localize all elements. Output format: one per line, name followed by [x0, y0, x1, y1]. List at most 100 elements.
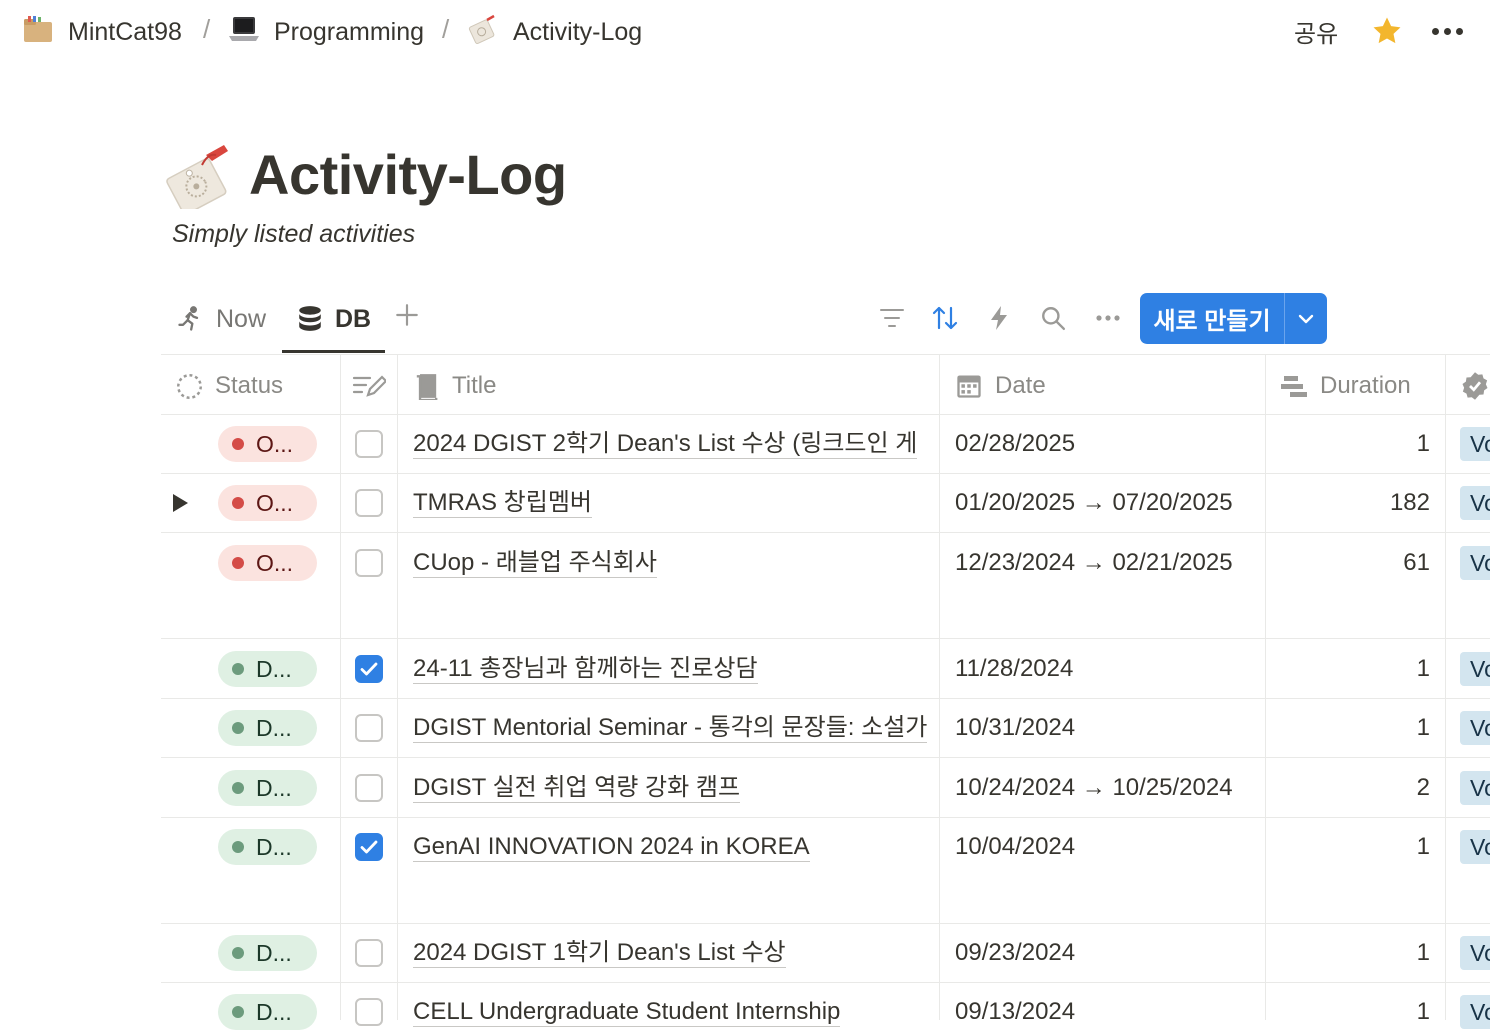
row-title[interactable]: DGIST 실전 취업 역량 강화 캠프 [413, 768, 939, 808]
status-dot [232, 1006, 244, 1018]
favorite-star-icon[interactable] [1370, 14, 1404, 48]
row-checkbox[interactable] [355, 430, 383, 458]
row-checkbox[interactable] [355, 774, 383, 802]
row-title[interactable]: TMRAS 창립멤버 [413, 483, 939, 523]
row-tag-chip[interactable]: Vo [1460, 546, 1490, 580]
row-tag-chip[interactable]: Vo [1460, 427, 1490, 461]
row-tag-chip[interactable]: Vo [1460, 711, 1490, 745]
column-header-title[interactable]: Title [413, 364, 496, 408]
row-date[interactable]: 01/20/2025 → 07/20/2025 [955, 483, 1265, 523]
row-date[interactable]: 10/24/2024 → 10/25/2024 [955, 768, 1265, 808]
formula-bars-icon [1280, 373, 1308, 399]
row-tag-chip[interactable]: Vo [1460, 652, 1490, 686]
status-badge[interactable]: D... [218, 710, 317, 746]
share-button[interactable]: 공유 [1294, 14, 1338, 49]
breadcrumb-separator: / [203, 14, 211, 44]
tab-now[interactable]: Now [176, 298, 266, 340]
row-title-text: GenAI INNOVATION 2024 in KOREA [413, 832, 810, 862]
row-checkbox-checked[interactable] [355, 655, 383, 683]
status-dot [232, 722, 244, 734]
column-header-verified[interactable] [1460, 364, 1490, 408]
row-duration: 61 [1403, 549, 1430, 576]
column-header-date[interactable]: Date [955, 364, 1046, 408]
status-badge[interactable]: D... [218, 994, 317, 1030]
row-tag-chip[interactable]: Vo [1460, 486, 1490, 520]
breadcrumb-item-workspace[interactable]: MintCat98 [22, 12, 182, 52]
status-badge[interactable]: O... [218, 426, 317, 462]
expand-toggle-icon[interactable] [173, 494, 188, 512]
status-dot [232, 663, 244, 675]
row-checkbox[interactable] [355, 489, 383, 517]
sort-icon[interactable] [930, 303, 960, 333]
row-title-text: CELL Undergraduate Student Internship [413, 997, 841, 1027]
row-title[interactable]: 2024 DGIST 2학기 Dean's List 수상 (링크드인 게 [413, 424, 939, 464]
row-title-text: DGIST 실전 취업 역량 강화 캠프 [413, 773, 741, 803]
status-icon [176, 373, 203, 400]
column-header-duration[interactable]: Duration [1280, 364, 1411, 408]
row-date[interactable]: 10/04/2024 [955, 827, 1265, 867]
status-label: D... [256, 833, 292, 860]
page-title[interactable]: Activity-Log [249, 142, 567, 207]
laptop-icon [228, 14, 260, 51]
status-badge[interactable]: D... [218, 935, 317, 971]
status-badge[interactable]: O... [218, 485, 317, 521]
chevron-down-icon[interactable] [1285, 314, 1327, 324]
new-item-button[interactable]: 새로 만들기 [1140, 293, 1327, 344]
more-options-icon[interactable] [1093, 303, 1123, 333]
add-view-plus-icon[interactable] [394, 302, 420, 328]
search-icon[interactable] [1038, 303, 1068, 333]
row-date[interactable]: 02/28/2025 [955, 424, 1265, 464]
status-label: D... [256, 998, 292, 1025]
status-dot [232, 497, 244, 509]
column-header-checkbox[interactable] [352, 364, 398, 408]
database-icon [297, 305, 323, 333]
row-title[interactable]: GenAI INNOVATION 2024 in KOREA [413, 827, 939, 867]
running-person-icon [176, 305, 204, 333]
row-checkbox[interactable] [355, 549, 383, 577]
row-title[interactable]: CUop - 래블업 주식회사 [413, 543, 939, 583]
tab-db[interactable]: DB [297, 298, 371, 340]
page-description[interactable]: Simply listed activities [172, 220, 415, 249]
row-date[interactable]: 11/28/2024 [955, 649, 1265, 689]
page-tag-icon[interactable] [164, 143, 236, 215]
row-title-text: CUop - 래블업 주식회사 [413, 548, 657, 578]
row-duration: 1 [1416, 655, 1430, 682]
breadcrumb-item-activity-log[interactable]: Activity-Log [467, 12, 642, 52]
row-checkbox[interactable] [355, 939, 383, 967]
row-divider [161, 638, 1490, 639]
row-tag-chip[interactable]: Vo [1460, 936, 1490, 970]
filter-icon[interactable] [877, 303, 907, 333]
row-checkbox-checked[interactable] [355, 833, 383, 861]
row-date[interactable]: 12/23/2024 → 02/21/2025 [955, 543, 1265, 583]
status-label: D... [256, 714, 292, 741]
row-divider [161, 698, 1490, 699]
row-divider [161, 982, 1490, 983]
status-dot [232, 557, 244, 569]
status-badge[interactable]: D... [218, 770, 317, 806]
status-badge[interactable]: D... [218, 829, 317, 865]
row-tag-chip[interactable]: Vo [1460, 830, 1490, 864]
row-title[interactable]: 2024 DGIST 1학기 Dean's List 수상 [413, 933, 939, 973]
row-title-text: TMRAS 창립멤버 [413, 488, 592, 518]
row-date[interactable]: 10/31/2024 [955, 708, 1265, 748]
row-checkbox[interactable] [355, 714, 383, 742]
row-divider [161, 473, 1490, 474]
row-checkbox[interactable] [355, 998, 383, 1026]
breadcrumb-item-programming[interactable]: Programming [228, 12, 424, 52]
row-tag-chip[interactable]: Vo [1460, 995, 1490, 1029]
row-date[interactable]: 09/23/2024 [955, 933, 1265, 973]
row-title[interactable]: CELL Undergraduate Student Internship [413, 992, 939, 1032]
status-badge[interactable]: O... [218, 545, 317, 581]
row-date[interactable]: 09/13/2024 [955, 992, 1265, 1032]
row-title[interactable]: 24-11 총장님과 함께하는 진로상담 [413, 649, 939, 689]
row-title[interactable]: DGIST Mentorial Seminar - 통각의 문장들: 소설가 [413, 708, 939, 748]
row-duration: 1 [1416, 833, 1430, 860]
status-badge[interactable]: D... [218, 651, 317, 687]
document-icon [413, 372, 440, 400]
column-header-status[interactable]: Status [176, 364, 283, 408]
row-tag-chip[interactable]: Vo [1460, 771, 1490, 805]
automation-lightning-icon[interactable] [984, 303, 1014, 333]
lines-pencil-icon [352, 373, 386, 399]
row-divider [161, 757, 1490, 758]
more-options-icon[interactable] [1432, 28, 1463, 35]
